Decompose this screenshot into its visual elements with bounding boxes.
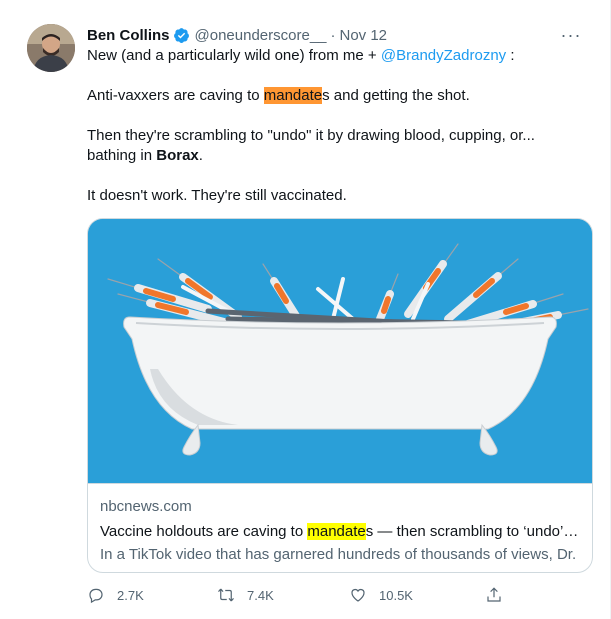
share-button[interactable] [485,586,503,604]
tweet-line: It doesn't work. They're still vaccinate… [87,187,347,204]
link-card[interactable]: nbcnews.com Vaccine holdouts are caving … [87,218,593,573]
tweet-line: Anti-vaxxers are caving to mandates and … [87,86,587,106]
like-button[interactable]: 10.5K [349,586,485,604]
highlighted-word: mandate [263,87,323,104]
reply-count: 2.7K [117,587,144,603]
text-segment: bathing in [87,147,157,164]
reply-icon [89,588,103,604]
separator-dot: · [330,26,336,44]
tweet-line: New (and a particularly wild one) from m… [87,46,587,66]
text-segment: s — then scrambling to ‘undo’… [365,523,579,540]
card-title[interactable]: Vaccine holdouts are caving to mandates … [100,522,580,542]
tweet-date[interactable]: Nov 12 [340,27,388,44]
more-options-icon[interactable]: ··· [556,22,586,48]
avatar[interactable] [27,24,75,72]
card-domain: nbcnews.com [100,498,192,515]
text-segment: . [198,147,203,164]
author-handle[interactable]: @oneunderscore__ [195,27,327,44]
retweet-count: 7.4K [247,587,274,603]
text-segment: Vaccine holdouts are caving to [100,523,308,540]
tweet-line: Then they're scrambling to "undo" it by … [87,127,535,144]
share-icon [487,587,501,602]
text-segment: s and getting the shot. [322,87,470,104]
highlighted-word: mandate [307,523,366,540]
retweet-icon [218,588,234,602]
card-text: nbcnews.com Vaccine holdouts are caving … [100,497,580,565]
like-count: 10.5K [379,587,413,603]
tweet: Ben Collins @oneunderscore__ · Nov 12 ··… [0,0,611,619]
author-name[interactable]: Ben Collins [87,27,170,44]
tweet-header: Ben Collins @oneunderscore__ · Nov 12 ··… [87,24,596,46]
text-segment: New (and a particularly wild one) from m… [87,47,381,64]
bold-word: Borax [156,147,199,164]
text-segment: : [506,47,515,64]
mention-link[interactable]: @BrandyZadrozny [381,47,506,64]
reply-button[interactable]: 2.7K [87,586,217,604]
tweet-text: New (and a particularly wild one) from m… [87,46,587,206]
verified-badge-icon [173,27,190,44]
heart-icon [351,588,365,602]
text-segment: Anti-vaxxers are caving to [87,87,264,104]
card-image[interactable] [88,219,592,484]
retweet-button[interactable]: 7.4K [217,586,349,604]
tweet-line: bathing in Borax. [87,146,587,166]
action-bar: 2.7K 7.4K 10.5K [87,584,517,606]
card-description: In a TikTok video that has garnered hund… [100,546,577,563]
